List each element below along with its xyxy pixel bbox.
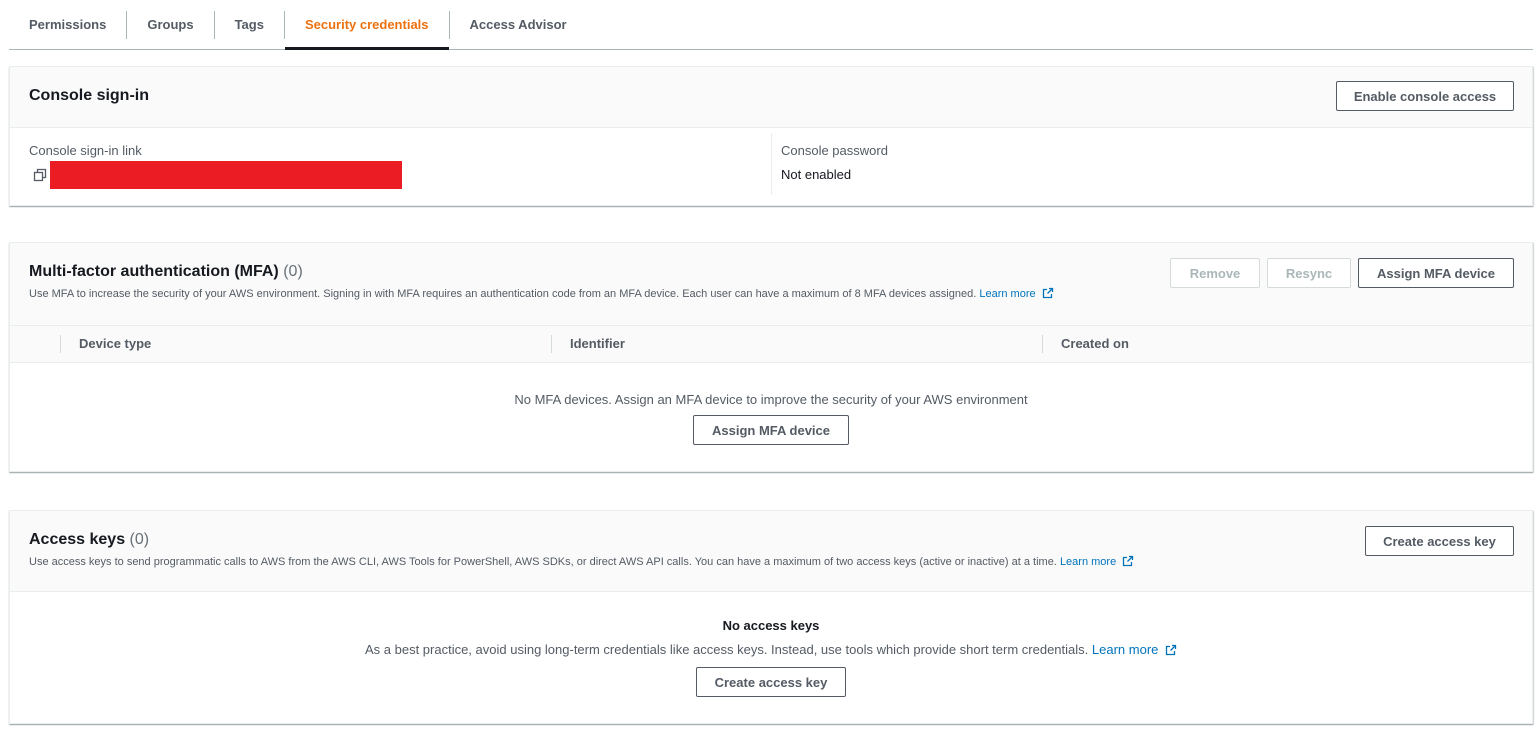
create-access-key-empty-button[interactable]: Create access key xyxy=(696,667,846,697)
mfa-description: Use MFA to increase the security of your… xyxy=(29,288,977,300)
mfa-title-line: Multi-factor authentication (MFA) (0) xyxy=(29,263,1054,281)
external-link-icon xyxy=(1165,644,1177,656)
access-keys-description-line: Use access keys to send programmatic cal… xyxy=(29,555,1134,568)
tab-groups[interactable]: Groups xyxy=(127,7,213,43)
mfa-count: (0) xyxy=(283,263,303,280)
console-password-value: Not enabled xyxy=(781,167,852,182)
tab-security-credentials[interactable]: Security credentials xyxy=(284,7,449,50)
enable-console-access-button[interactable]: Enable console access xyxy=(1336,81,1514,111)
access-keys-empty-message-line: As a best practice, avoid using long-ter… xyxy=(10,642,1532,657)
console-password-label: Console password xyxy=(781,143,888,158)
column-header-identifier[interactable]: Identifier xyxy=(570,336,625,351)
remove-mfa-button[interactable]: Remove xyxy=(1170,258,1260,288)
access-keys-title-line: Access keys (0) xyxy=(29,531,1134,549)
column-divider xyxy=(771,133,772,195)
access-keys-description: Use access keys to send programmatic cal… xyxy=(29,556,1057,568)
console-signin-link-label: Console sign-in link xyxy=(29,143,142,158)
mfa-header: Multi-factor authentication (MFA) (0) Us… xyxy=(10,243,1532,326)
access-keys-count: (0) xyxy=(129,531,150,548)
resync-mfa-button[interactable]: Resync xyxy=(1267,258,1351,288)
mfa-empty-message: No MFA devices. Assign an MFA device to … xyxy=(514,392,1028,407)
redacted-signin-link xyxy=(50,161,402,189)
assign-mfa-device-empty-button[interactable]: Assign MFA device xyxy=(693,415,849,445)
create-access-key-button[interactable]: Create access key xyxy=(1365,526,1514,556)
tab-permissions[interactable]: Permissions xyxy=(9,7,126,43)
external-link-icon xyxy=(1123,555,1134,567)
access-keys-header: Access keys (0) Use access keys to send … xyxy=(10,511,1532,592)
access-keys-empty-learn-more-link[interactable]: Learn more xyxy=(1092,642,1158,657)
column-header-created-on[interactable]: Created on xyxy=(1061,336,1129,351)
access-keys-empty-title: No access keys xyxy=(722,618,820,633)
console-signin-header: Console sign-in Enable console access xyxy=(10,67,1532,128)
mfa-table-header: Device type Identifier Created on xyxy=(10,326,1532,363)
tab-access-advisor[interactable]: Access Advisor xyxy=(450,7,587,43)
mfa-panel: Multi-factor authentication (MFA) (0) Us… xyxy=(9,242,1533,472)
column-divider xyxy=(1042,335,1043,353)
access-keys-panel: Access keys (0) Use access keys to send … xyxy=(9,510,1533,724)
access-keys-learn-more-link[interactable]: Learn more xyxy=(1060,556,1116,568)
mfa-learn-more-link[interactable]: Learn more xyxy=(979,288,1035,300)
console-signin-panel: Console sign-in Enable console access Co… xyxy=(9,66,1533,206)
mfa-title: Multi-factor authentication (MFA) xyxy=(29,263,279,280)
column-divider xyxy=(551,335,552,353)
tab-tags[interactable]: Tags xyxy=(215,7,284,43)
access-keys-title: Access keys xyxy=(29,531,126,548)
access-keys-empty-message: As a best practice, avoid using long-ter… xyxy=(364,642,1089,657)
copy-icon[interactable] xyxy=(33,168,47,182)
column-header-device-type[interactable]: Device type xyxy=(79,336,151,351)
console-signin-title: Console sign-in xyxy=(29,87,149,104)
mfa-description-line: Use MFA to increase the security of your… xyxy=(29,287,1054,300)
external-link-icon xyxy=(1042,287,1053,299)
column-divider xyxy=(60,335,61,353)
assign-mfa-device-button[interactable]: Assign MFA device xyxy=(1358,258,1514,288)
tab-bar: Permissions Groups Tags Security credent… xyxy=(9,0,1533,50)
